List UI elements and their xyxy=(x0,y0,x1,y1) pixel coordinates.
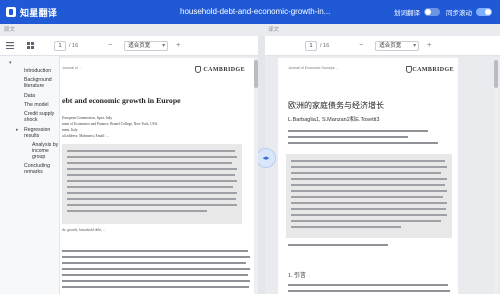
affiliation-line: ment of Economics and Finance, Brunel Co… xyxy=(62,122,158,126)
zoom-in-icon[interactable]: + xyxy=(172,40,184,52)
page-number-input[interactable]: 1 xyxy=(54,40,66,51)
translated-pane-label: 译文 xyxy=(268,27,280,33)
expand-icon[interactable]: ▾ xyxy=(9,60,12,66)
zoom-out-icon[interactable]: − xyxy=(104,40,116,52)
sync-scroll-label: 同步滚动 xyxy=(446,10,472,17)
outline-item-model[interactable]: The model xyxy=(24,102,49,108)
outline-item-background[interactable]: Background literature xyxy=(24,77,58,89)
translated-abstract-box xyxy=(286,154,452,238)
paper-title: ebt and economic growth in Europe xyxy=(62,96,181,105)
thumbnail-grid-icon[interactable] xyxy=(24,40,36,52)
abstract-box xyxy=(62,144,242,224)
sidebar-toggle-icon[interactable] xyxy=(4,40,16,52)
app-window: 知星翻译 household-debt-and-economic-growth-… xyxy=(0,0,500,294)
left-toolbar: 1 / 16 − 适合页宽 + xyxy=(0,36,258,56)
zoom-out-icon-right[interactable]: − xyxy=(355,40,367,52)
app-name: 知星翻译 xyxy=(20,7,58,18)
outline-item-regression[interactable]: Regression results xyxy=(24,127,58,139)
right-toolbar: 1 / 16 − 适合页宽 + xyxy=(265,36,500,56)
journal-id-right: Journal of Economic Surveys ... xyxy=(288,66,339,70)
translated-document-page: Journal of Economic Surveys ... CAMBRIDG… xyxy=(278,58,458,294)
outline-item-data[interactable]: Data xyxy=(24,93,35,99)
original-document-page: Journal of ... CAMBRIDGE ebt and economi… xyxy=(60,58,255,294)
sync-arrows-icon[interactable]: ◂▸ xyxy=(256,148,276,168)
outline-sidebar: ▾ Introduction Background literature Dat… xyxy=(0,56,60,294)
outline-item-introduction[interactable]: Introduction xyxy=(24,68,51,74)
affiliation-line: ment, Italy xyxy=(62,128,78,132)
cambridge-crest-icon xyxy=(195,66,201,73)
zoom-in-icon-right[interactable]: + xyxy=(423,40,435,52)
app-logo: 知星翻译 xyxy=(0,6,120,19)
zoom-select[interactable]: 适合页宽 xyxy=(124,40,169,51)
logo-icon xyxy=(6,7,16,17)
top-bar: 知星翻译 household-debt-and-economic-growth-… xyxy=(0,0,500,24)
sync-scroll-toggle[interactable]: 同步滚动 xyxy=(446,7,492,17)
translated-authors: L.Barbaglia1, S.Manzan2和E.Tosetti3 xyxy=(288,117,380,123)
left-scroll-thumb[interactable] xyxy=(254,60,258,88)
publisher-logo: CAMBRIDGE xyxy=(203,67,245,73)
affiliation-line: ail address: Malmonsi, Email: ... xyxy=(62,134,109,138)
cambridge-crest-icon xyxy=(406,66,412,73)
select-translate-label: 划词翻译 xyxy=(394,10,420,17)
page-number-input-right[interactable]: 1 xyxy=(305,40,317,51)
right-scroll-thumb[interactable] xyxy=(494,60,498,88)
zoom-select-right[interactable]: 适合页宽 xyxy=(375,40,420,51)
select-translate-switch[interactable] xyxy=(424,8,440,16)
section-heading: 1. 引言 xyxy=(288,273,307,279)
right-scrollbar[interactable] xyxy=(494,58,498,294)
expand-icon[interactable]: ▸ xyxy=(16,127,19,133)
toggle-bar: 划词翻译 同步滚动 xyxy=(394,0,492,24)
page-total-right: / 16 xyxy=(320,42,330,49)
outline-item-income-group[interactable]: Analysis by income group xyxy=(32,142,59,160)
left-scrollbar[interactable] xyxy=(254,58,258,294)
translated-title: 欧洲的家庭债务与经济增长 xyxy=(288,101,384,110)
sync-scroll-switch[interactable] xyxy=(476,8,492,16)
publisher-logo-right: CAMBRIDGE xyxy=(412,67,454,73)
original-pane-label: 原文 xyxy=(4,27,16,33)
document-title: household-debt-and-economic-growth-in... xyxy=(180,7,331,16)
outline-item-concluding[interactable]: Concluding remarks xyxy=(24,163,58,175)
page-total: / 16 xyxy=(69,42,79,49)
journal-id: Journal of ... xyxy=(62,66,82,70)
select-translate-toggle[interactable]: 划词翻译 xyxy=(394,7,440,17)
keywords-line: ds: growth, household debt, ... xyxy=(62,228,106,232)
affiliation-line: European Commission, Ispra, Italy xyxy=(62,116,113,120)
outline-item-credit-supply[interactable]: Credit supply shock xyxy=(24,111,58,123)
